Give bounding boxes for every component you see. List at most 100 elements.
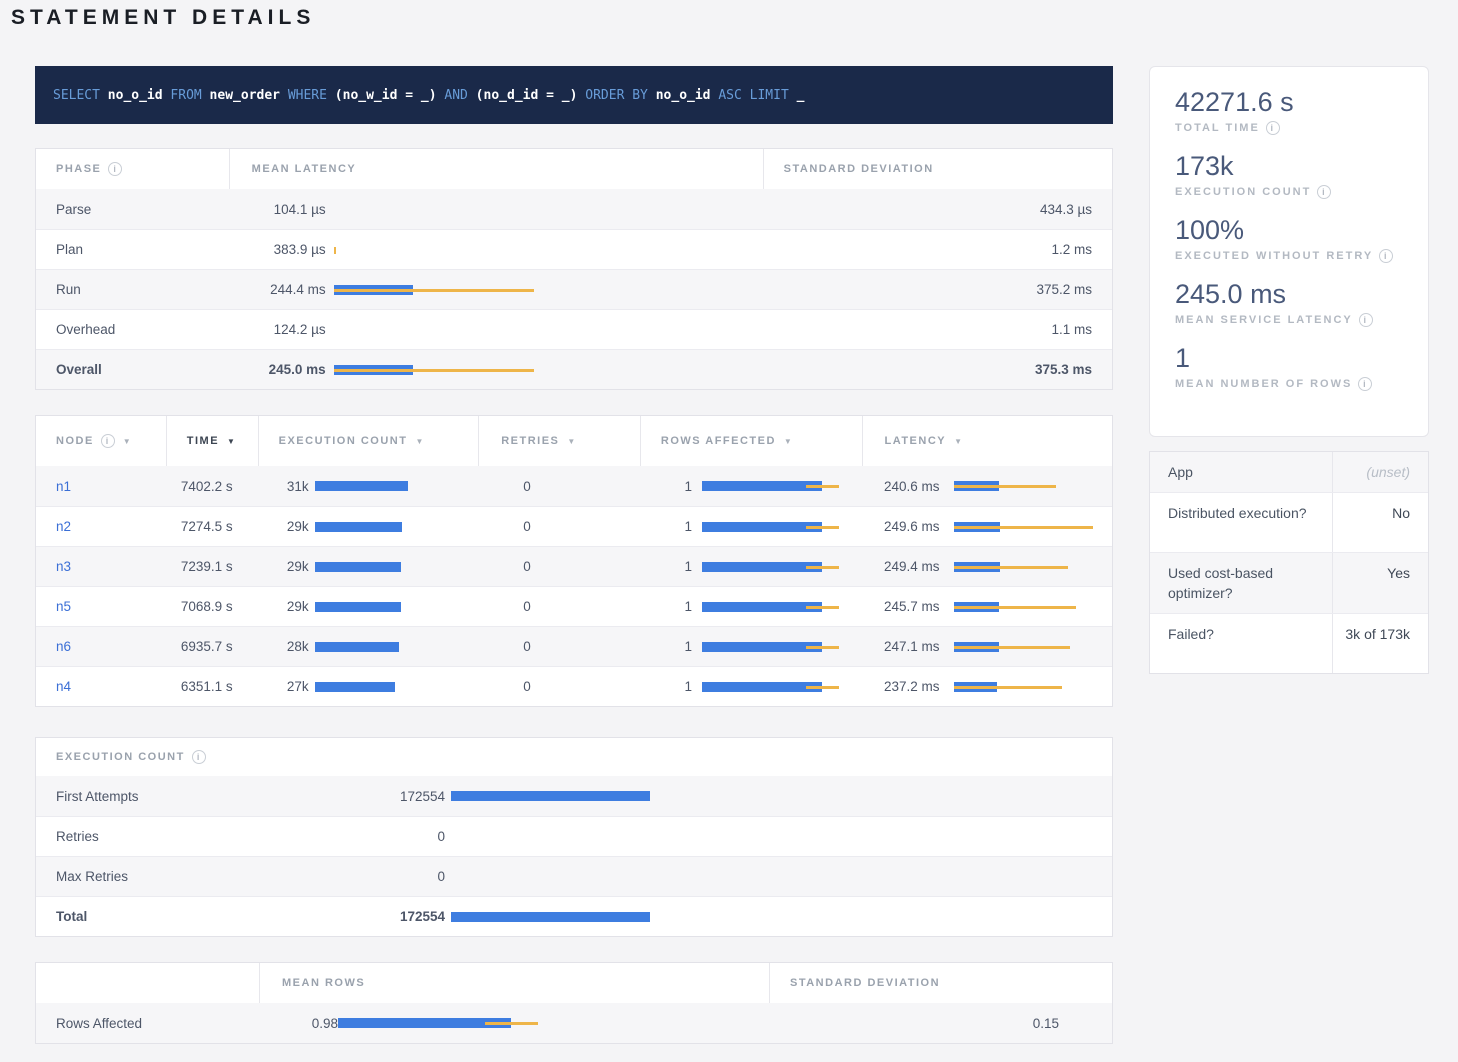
sort-arrow-icon[interactable]: ▼ [415, 437, 424, 446]
node-link[interactable]: n6 [56, 639, 71, 654]
latency-bar [954, 681, 1099, 693]
node-row: n66935.7 s28k01247.1 ms [36, 626, 1112, 666]
rows-affected-bar [702, 641, 847, 653]
sort-arrow-icon[interactable]: ▼ [123, 437, 132, 446]
info-icon[interactable]: i [1359, 313, 1373, 327]
bar-stddev [806, 686, 839, 689]
execution-count-row-value: 172554 [358, 897, 445, 936]
statement-info-table: App(unset)Distributed execution?NoUsed c… [1149, 451, 1429, 674]
mean-latency-value: 244.4 ms [229, 270, 326, 309]
sort-arrow-icon[interactable]: ▼ [954, 437, 963, 446]
execution-count-bar [315, 641, 465, 653]
mean-rows-bar [338, 1017, 548, 1029]
info-icon[interactable]: i [1317, 185, 1331, 199]
rows-affected-bar [702, 480, 847, 492]
node-cell: n6 [36, 627, 166, 666]
retries-value: 0 [478, 627, 640, 666]
mean-rows-value: 0.98 [259, 1003, 338, 1043]
bar-stddev [485, 1022, 538, 1025]
node-row: n37239.1 s29k01249.4 ms [36, 546, 1112, 586]
bar-mean [702, 602, 822, 612]
bar-mean [702, 682, 822, 692]
latency-bar [954, 561, 1099, 573]
info-icon[interactable]: i [1266, 121, 1280, 135]
node-column-header[interactable]: NODE i ▼ [36, 416, 166, 466]
mean-latency-value: 245.0 ms [229, 350, 326, 389]
node-row: n46351.1 s27k01237.2 ms [36, 666, 1112, 706]
phase-label: Parse [36, 189, 229, 229]
sort-arrow-icon[interactable]: ▼ [784, 437, 793, 446]
latency-cell: 245.7 ms [863, 587, 1113, 626]
time-header-label: TIME [187, 435, 219, 447]
bar-mean [702, 642, 822, 652]
execution-count-bar [315, 561, 465, 573]
execution-count-column-header[interactable]: EXECUTION COUNT ▼ [258, 416, 479, 466]
info-row-value: Yes [1333, 553, 1428, 613]
node-link[interactable]: n4 [56, 679, 71, 694]
info-icon[interactable]: i [1358, 377, 1372, 391]
phase-row: Overhead124.2 µs1.1 ms [36, 309, 1112, 349]
sort-arrow-icon[interactable]: ▼ [227, 437, 236, 446]
summary-stat-label: EXECUTED WITHOUT RETRYi [1175, 249, 1428, 263]
node-cell: n4 [36, 667, 166, 706]
latency-bar [334, 244, 539, 256]
node-link[interactable]: n2 [56, 519, 71, 534]
node-link[interactable]: n5 [56, 599, 71, 614]
execution-count-value: 29k [258, 547, 309, 586]
bar-stddev [334, 369, 534, 372]
sort-arrow-icon[interactable]: ▼ [567, 437, 576, 446]
execution-count-value: 29k [258, 507, 309, 546]
node-cell: n1 [36, 466, 166, 506]
execution-count-value: 28k [258, 627, 309, 666]
execution-count-row: First Attempts172554 [36, 776, 1112, 816]
page-title: STATEMENT DETAILS [11, 6, 315, 30]
rows-affected-cell: 1 [640, 627, 863, 666]
phase-row: Run244.4 ms375.2 ms [36, 269, 1112, 309]
summary-stat-label: TOTAL TIMEi [1175, 121, 1428, 135]
info-row-label: Used cost-based optimizer? [1150, 553, 1333, 613]
bar-stddev-tick [334, 247, 336, 254]
rows-affected-value: 1 [640, 627, 692, 666]
rows-affected-column-header[interactable]: ROWS AFFECTED ▼ [640, 416, 863, 466]
rows-affected-table: MEAN ROWS STANDARD DEVIATION Rows Affect… [35, 962, 1113, 1044]
execution-count-row-value: 0 [358, 817, 445, 856]
info-icon[interactable]: i [1379, 249, 1393, 263]
time-value: 7239.1 s [166, 547, 258, 586]
rows-affected-cell: 1 [640, 466, 863, 506]
execution-count-cell: 29k [258, 547, 479, 586]
execution-count-row-label: Retries [36, 817, 358, 856]
bar-stddev [954, 526, 1093, 529]
execution-count-bar [315, 521, 465, 533]
sql-identifier: no_o_id [648, 88, 718, 103]
retries-column-header[interactable]: RETRIES ▼ [478, 416, 640, 466]
latency-bar [954, 601, 1099, 613]
bar-stddev [954, 686, 1062, 689]
phase-row: Parse104.1 µs434.3 µs [36, 189, 1112, 229]
bar-stddev [954, 566, 1068, 569]
sql-statement-box: SELECT no_o_id FROM new_order WHERE (no_… [35, 66, 1113, 124]
latency-bar [334, 324, 539, 336]
info-row: Used cost-based optimizer?Yes [1150, 552, 1428, 613]
execution-count-header-label: EXECUTION COUNT [279, 435, 408, 447]
rows-std-dev-value: 0.15 [769, 1003, 1079, 1043]
rows-affected-row: Rows Affected 0.98 0.15 [36, 1003, 1112, 1043]
time-value: 7068.9 s [166, 587, 258, 626]
mean-rows-header-label: MEAN ROWS [282, 977, 365, 989]
retries-value: 0 [478, 507, 640, 546]
execution-count-cell: 31k [258, 466, 479, 506]
node-link[interactable]: n1 [56, 479, 71, 494]
time-column-header[interactable]: TIME ▼ [166, 416, 258, 466]
execution-count-row: Retries0 [36, 816, 1112, 856]
info-row-label: Failed? [1150, 614, 1333, 673]
summary-stat: 100%EXECUTED WITHOUT RETRYi [1175, 215, 1428, 263]
info-icon[interactable]: i [108, 162, 122, 176]
node-table-header: NODE i ▼ TIME ▼ EXECUTION COUNT ▼ RETRIE… [36, 416, 1112, 466]
info-icon[interactable]: i [101, 434, 115, 448]
execution-count-row-label: First Attempts [36, 776, 358, 816]
info-icon[interactable]: i [192, 750, 206, 764]
node-link[interactable]: n3 [56, 559, 71, 574]
sql-identifier: _ [789, 88, 805, 103]
execution-count-bar [315, 601, 465, 613]
latency-column-header[interactable]: LATENCY ▼ [862, 416, 1112, 466]
info-row-label: Distributed execution? [1150, 493, 1333, 552]
